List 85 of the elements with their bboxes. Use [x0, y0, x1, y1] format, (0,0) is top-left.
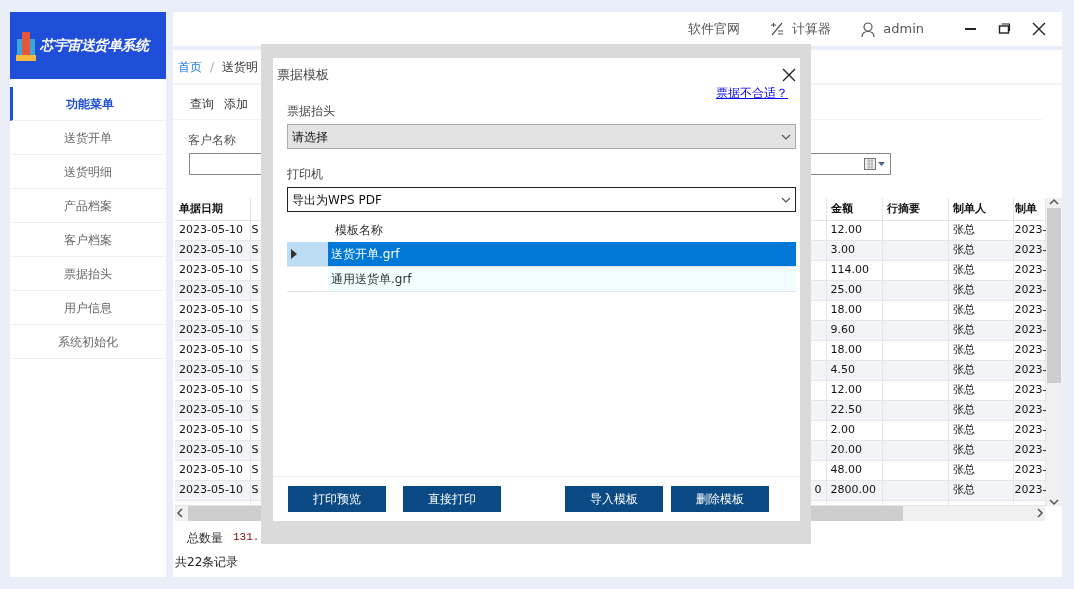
table-cell: 2023-	[1013, 380, 1045, 400]
table-cell: 2023-05-10	[175, 340, 250, 360]
close-icon[interactable]	[1032, 22, 1046, 36]
toolbar-link[interactable]: 添加	[224, 95, 248, 113]
user-name[interactable]: admin	[883, 19, 924, 39]
table-cell: 2023-05-10	[175, 260, 250, 280]
dialog-button[interactable]: 直接打印	[403, 486, 501, 512]
record-count: 共22条记录	[174, 553, 240, 571]
dialog-title: 票据模板	[277, 66, 329, 85]
column-header[interactable]: 金额	[826, 198, 882, 220]
table-cell: 2023-05-10	[175, 240, 250, 260]
sidebar-item[interactable]: 系统初始化	[10, 325, 166, 359]
template-row[interactable]: 通用送货单.grf	[328, 267, 796, 291]
breadcrumb-separator: /	[210, 58, 215, 76]
column-header[interactable]: 行摘要	[882, 198, 948, 220]
table-cell: 2023-	[1013, 460, 1045, 480]
toolbar-link[interactable]: 查询	[190, 95, 214, 113]
table-cell: 2023-05-10	[175, 380, 250, 400]
chevron-down-icon	[781, 133, 791, 140]
sidebar-item[interactable]: 用户信息	[10, 291, 166, 325]
dropdown[interactable]: 导出为WPS PDF	[287, 187, 796, 212]
template-row[interactable]: 送货开单.grf	[328, 242, 796, 266]
dialog-button[interactable]: 删除模板	[671, 486, 769, 512]
field-label: 票据抬头	[287, 103, 336, 120]
table-cell: 张总	[948, 380, 1013, 400]
table-cell: 张总	[948, 220, 1013, 240]
sidebar-item[interactable]: 送货开单	[10, 121, 166, 155]
table-cell: 2023-05-10	[175, 300, 250, 320]
table-cell: 2023-05-10	[175, 440, 250, 460]
table-cell: 2023-05-10	[175, 280, 250, 300]
table-cell: 2023-05-10	[175, 480, 250, 500]
table-cell: 张总	[948, 340, 1013, 360]
table-cell: 2023-05-10	[175, 420, 250, 440]
table-cell: 2023-	[1013, 420, 1045, 440]
table-cell: 48.00	[826, 460, 882, 480]
table-cell: 2023-05-10	[175, 400, 250, 420]
sidebar-item[interactable]: 客户档案	[10, 223, 166, 257]
table-cell: 2023-05-10	[175, 460, 250, 480]
top-link[interactable]: 计算器	[792, 19, 832, 39]
table-cell: 张总	[948, 260, 1013, 280]
column-header: 模板名称	[334, 222, 384, 239]
row-indicator-icon	[291, 249, 297, 259]
help-link[interactable]: 票据不合适？	[716, 86, 788, 100]
table-cell: 114.00	[826, 260, 882, 280]
scroll-up-icon	[1048, 198, 1059, 206]
top-link[interactable]: 软件官网	[688, 19, 741, 39]
user-icon	[861, 21, 876, 37]
scroll-right-icon	[1035, 508, 1045, 518]
sidebar-item[interactable]: 功能菜单	[10, 87, 166, 121]
breadcrumb-link[interactable]: 首页	[178, 57, 202, 76]
table-cell: 2023-	[1013, 340, 1045, 360]
table-cell: 12.00	[826, 380, 882, 400]
table-cell: 18.00	[826, 300, 882, 320]
scroll-left-icon	[175, 508, 185, 518]
scroll-down-icon	[1048, 497, 1059, 506]
dialog-button[interactable]: 打印预览	[288, 486, 386, 512]
close-icon[interactable]	[782, 68, 796, 82]
summary-label: 总数量	[187, 529, 223, 547]
field-label: 打印机	[287, 166, 324, 183]
sidebar-item[interactable]: 产品档案	[10, 189, 166, 223]
maximize-icon[interactable]	[998, 22, 1012, 36]
dialog-button[interactable]: 导入模板	[565, 486, 663, 512]
sidebar-item[interactable]: 票据抬头	[10, 257, 166, 291]
table-cell: 2.00	[826, 420, 882, 440]
calculator-icon	[770, 22, 785, 36]
summary-value: 131.	[233, 529, 260, 545]
table-cell: 2023-	[1013, 260, 1045, 280]
table-cell: 张总	[948, 300, 1013, 320]
calendar-icon	[864, 158, 886, 170]
table-cell: 18.00	[826, 340, 882, 360]
sidebar-item[interactable]: 送货明细	[10, 155, 166, 189]
table-cell: 12.00	[826, 220, 882, 240]
table-cell: 2023-05-10	[175, 360, 250, 380]
chevron-down-icon	[781, 196, 791, 203]
table-cell: 张总	[948, 460, 1013, 480]
column-header[interactable]: 制单	[1013, 198, 1045, 220]
breadcrumb-current: 送货明	[222, 58, 259, 76]
table-cell: 张总	[948, 420, 1013, 440]
table-cell: 2023-05-10	[175, 220, 250, 240]
table-cell: 2023-	[1013, 220, 1045, 240]
filter-label: 客户名称	[188, 132, 236, 149]
table-cell: 2023-	[1013, 300, 1045, 320]
column-header[interactable]: 单据日期	[175, 198, 250, 220]
column-header[interactable]: 制单人	[948, 198, 1013, 220]
table-cell: 2023-05-10	[175, 320, 250, 340]
